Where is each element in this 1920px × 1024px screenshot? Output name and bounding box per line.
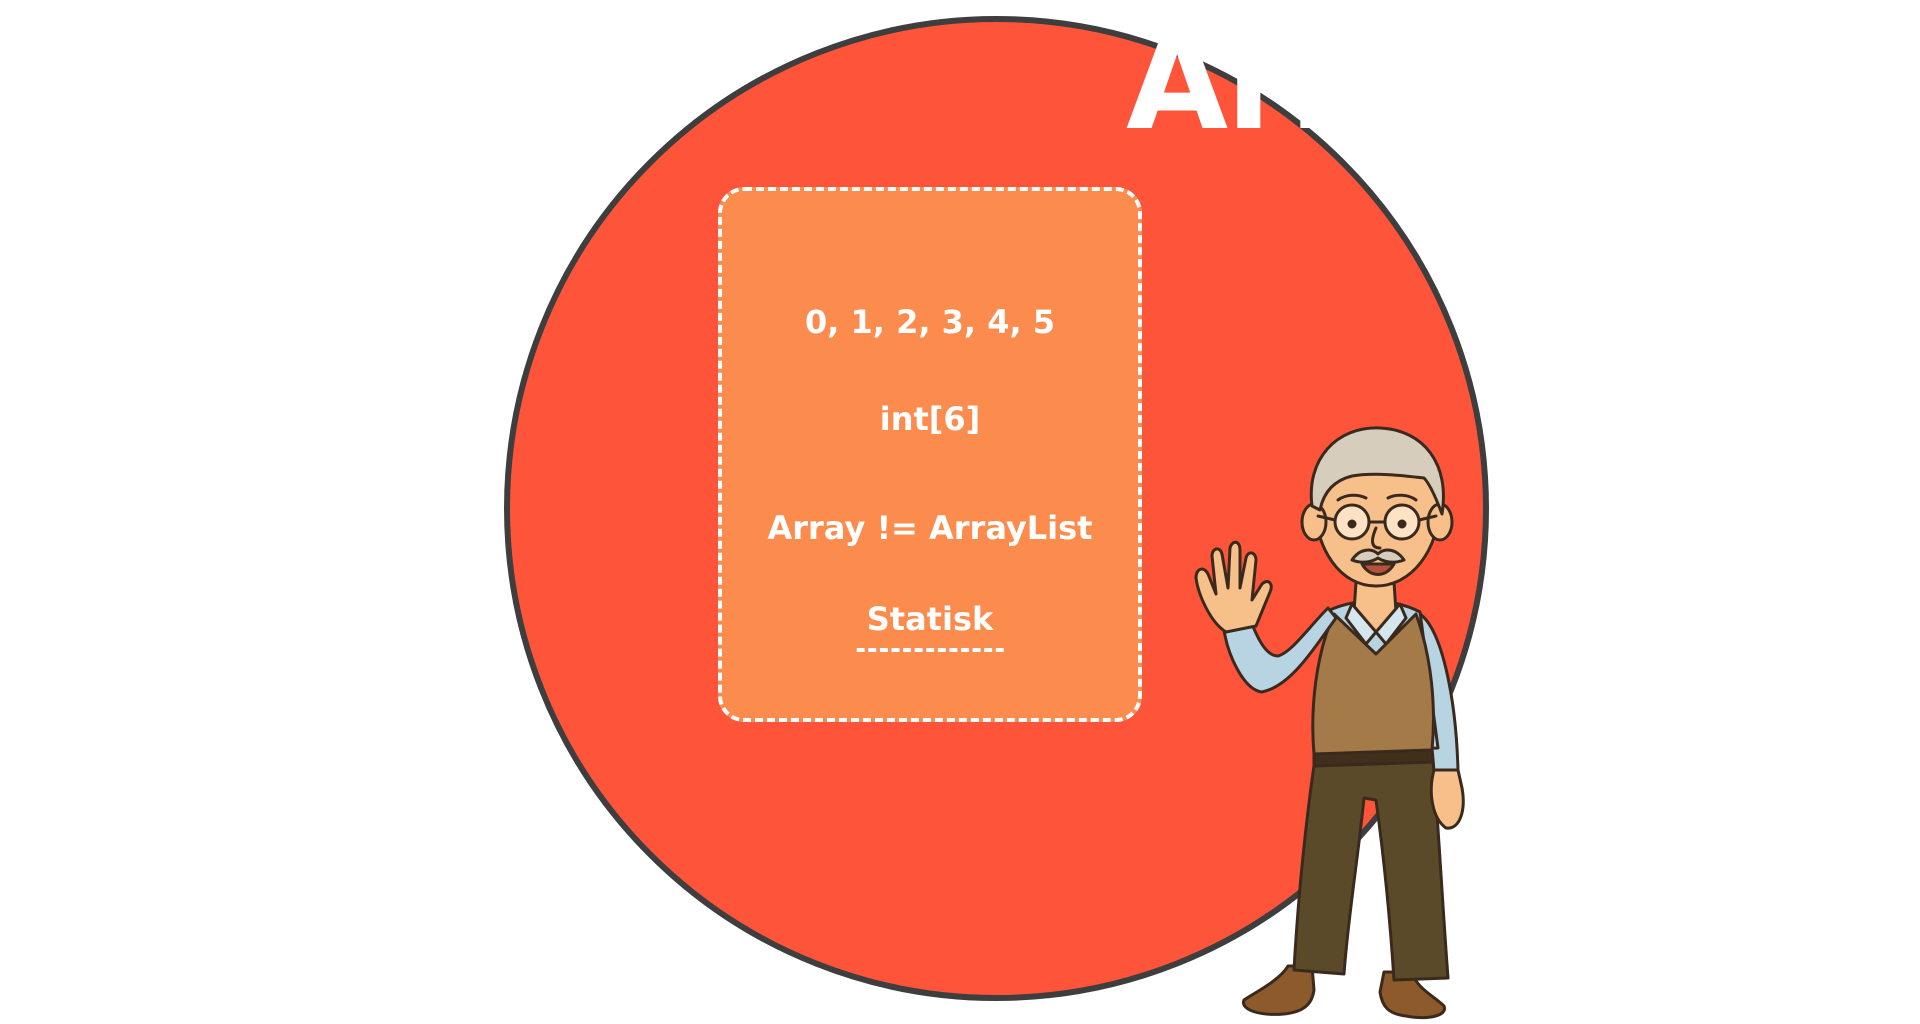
presenter-illustration: [1194, 426, 1465, 1020]
array-values-text: 0, 1, 2, 3, 4, 5: [804, 303, 1056, 341]
array-declaration-text: int[6]: [879, 400, 981, 438]
trousers: [1292, 746, 1450, 982]
left-shoe: [1242, 964, 1316, 1016]
slide-canvas: Arr 0, 1, 2, 3, 4, 5 int[6] Array != Arr…: [0, 0, 1920, 1024]
left-eye: [1347, 519, 1357, 529]
left-ear: [1300, 502, 1328, 542]
array-comparison-text: Array != ArrayList: [767, 509, 1093, 547]
static-keyword-text: Statisk: [856, 600, 1004, 652]
right-eye: [1397, 519, 1407, 529]
waving-hand: [1194, 540, 1273, 634]
info-card: 0, 1, 2, 3, 4, 5 int[6] Array != ArrayLi…: [718, 187, 1142, 722]
slide-heading: Arr: [1126, 8, 1336, 158]
